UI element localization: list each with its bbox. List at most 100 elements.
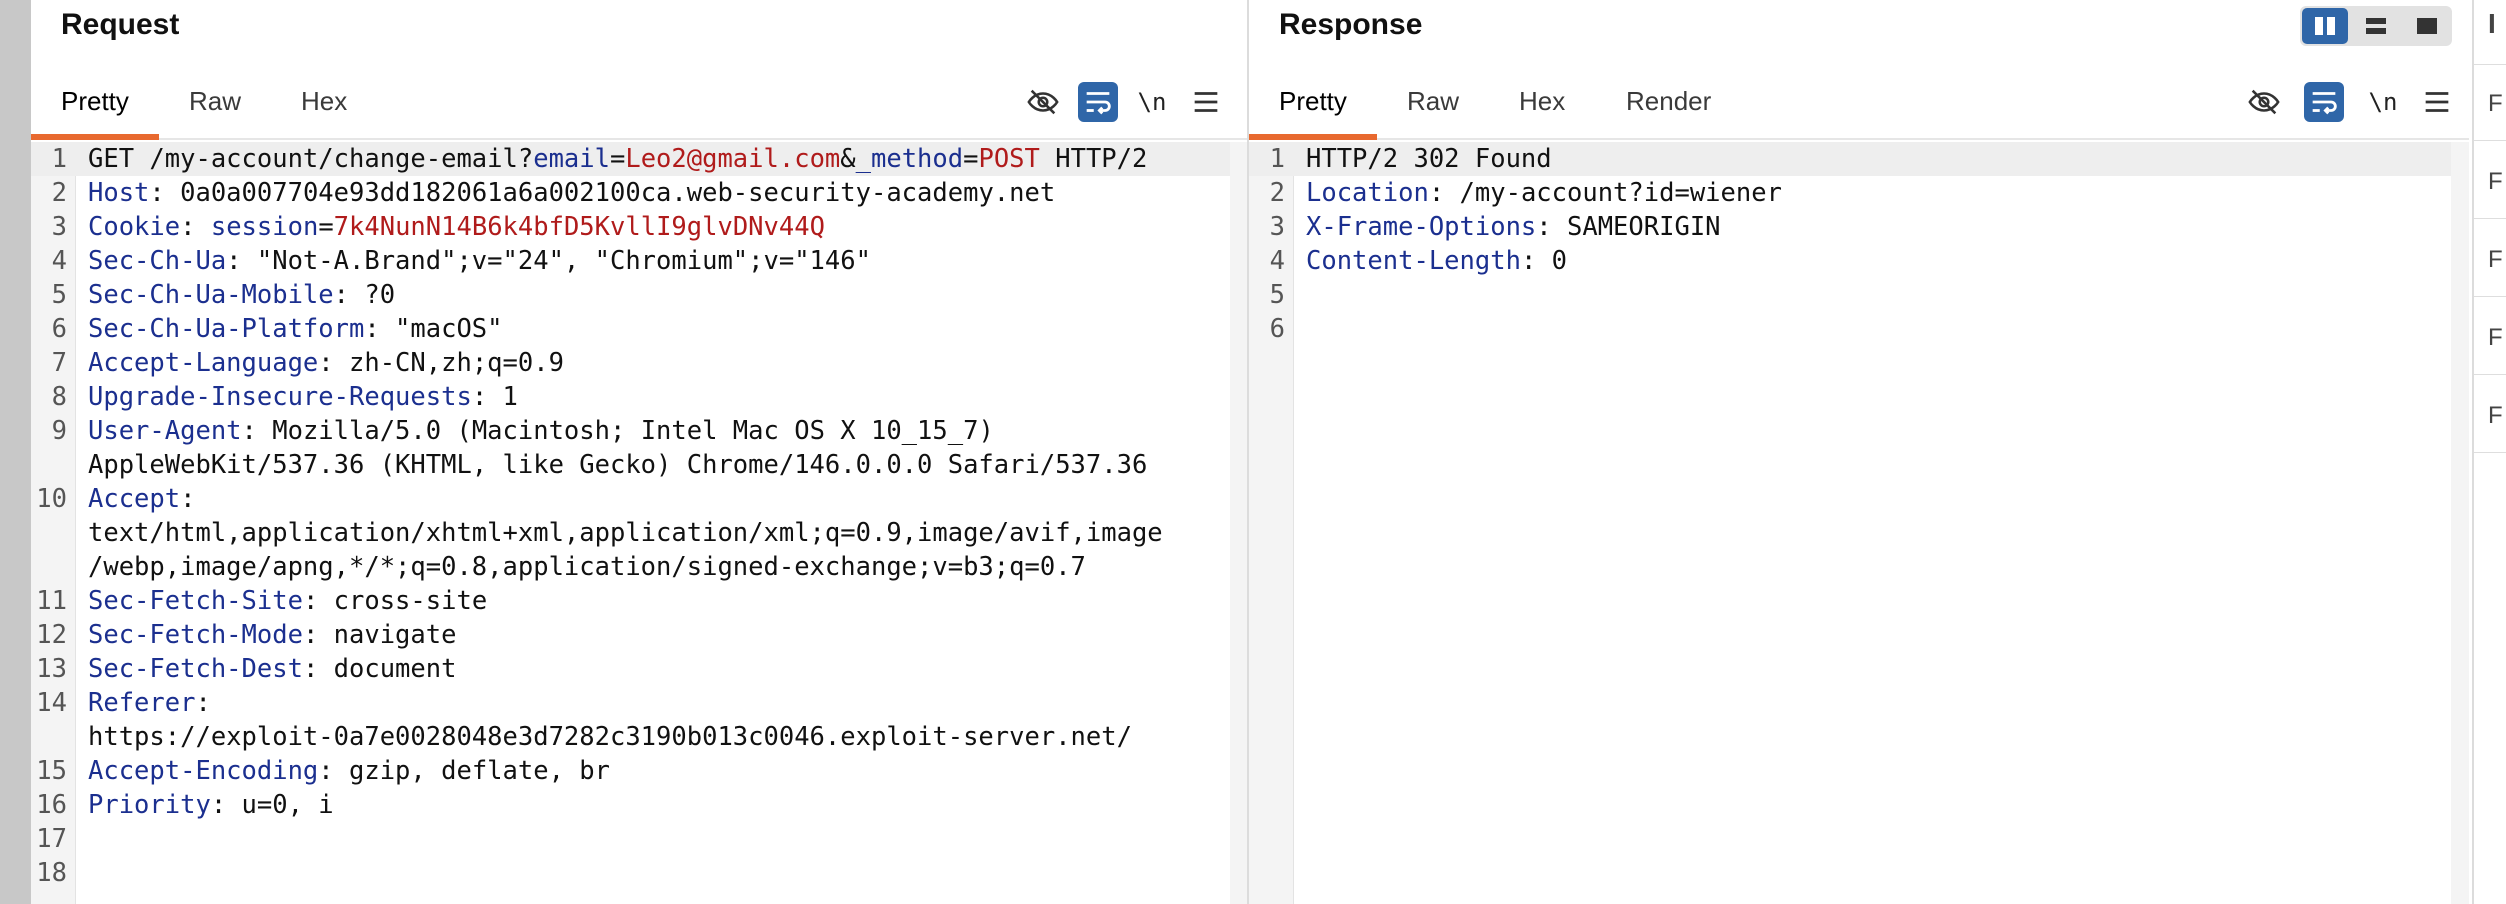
code-line[interactable]: 9 User-Agent: Mozilla/5.0 (Macintosh; Int… (31, 414, 1248, 448)
code-line[interactable]: 4 Sec-Ch-Ua: "Not-A.Brand";v="24", "Chrom… (31, 244, 1248, 278)
line-segment: : (195, 688, 211, 718)
response-tab-render[interactable]: Render (1626, 78, 1711, 136)
menu-icon[interactable] (1186, 82, 1226, 122)
line-text: Sec-Ch-Ua: "Not-A.Brand";v="24", "Chromi… (88, 244, 871, 278)
line-text: Upgrade-Insecure-Requests: 1 (88, 380, 518, 414)
line-text: Host: 0a0a007704e93dd182061a6a002100ca.w… (88, 176, 1055, 210)
request-tab-raw[interactable]: Raw (189, 78, 241, 136)
line-text: GET /my-account/change-email?email=Leo2@… (88, 142, 1147, 176)
code-line[interactable]: 4 Content-Length: 0 (1249, 244, 2469, 278)
code-line[interactable]: 10 Accept: (31, 482, 1248, 516)
request-tab-pretty[interactable]: Pretty (31, 78, 159, 140)
inspector-item[interactable]: F (2488, 402, 2503, 430)
header-name: Accept-Language (88, 348, 319, 378)
inspector-edge: I F F F F F (2472, 0, 2506, 904)
code-line[interactable]: 11 Sec-Fetch-Site: cross-site (31, 584, 1248, 618)
request-editor[interactable]: 1 GET /my-account/change-email?email=Leo2… (31, 142, 1248, 904)
param-name: _method (855, 144, 964, 174)
code-line[interactable]: 8 Upgrade-Insecure-Requests: 1 (31, 380, 1248, 414)
request-code[interactable]: 1 GET /my-account/change-email?email=Leo2… (31, 142, 1248, 890)
code-line[interactable]: 13 Sec-Fetch-Dest: document (31, 652, 1248, 686)
code-line[interactable]: 3 Cookie: session=7k4NunN14B6k4bfD5KvllI9… (31, 210, 1248, 244)
code-line[interactable]: 18 (31, 856, 1248, 890)
inspector-item[interactable]: F (2488, 168, 2503, 196)
line-segment: : gzip, deflate, br (318, 756, 610, 786)
response-tab-raw[interactable]: Raw (1407, 78, 1459, 136)
line-text: Sec-Fetch-Mode: navigate (88, 618, 456, 652)
code-line[interactable]: 6 (1249, 312, 2469, 346)
newline-icon[interactable]: \n (1132, 82, 1172, 122)
code-line[interactable]: 14 Referer: (31, 686, 1248, 720)
response-tab-pretty[interactable]: Pretty (1249, 78, 1377, 140)
response-editor[interactable]: 1 HTTP/2 302 Found 2 Location: /my-account?… (1249, 142, 2469, 904)
code-line-wrap[interactable]: https://exploit-0a7e0028048e3d7282c3190b… (31, 720, 1248, 754)
line-segment: : zh-CN,zh;q=0.9 (318, 348, 564, 378)
code-line[interactable]: 6 Sec-Ch-Ua-Platform: "macOS" (31, 312, 1248, 346)
request-panel: Request Pretty Raw Hex \n 1 GET /my-accou… (31, 0, 1248, 904)
split-horizontal-icon[interactable] (2353, 8, 2399, 44)
code-line[interactable]: 1 HTTP/2 302 Found (1249, 142, 2469, 176)
inspector-item[interactable]: F (2488, 246, 2503, 274)
header-name: Accept (88, 484, 181, 514)
header-name: Cookie (88, 212, 181, 242)
header-name: Accept-Encoding (88, 756, 319, 786)
code-line[interactable]: 2 Host: 0a0a007704e93dd182061a6a002100ca.… (31, 176, 1248, 210)
code-line[interactable]: 1 GET /my-account/change-email?email=Leo2… (31, 142, 1248, 176)
response-scrollbar[interactable] (2451, 142, 2469, 904)
line-segment: text/html,application/xhtml+xml,applicat… (88, 518, 1163, 548)
line-segment: HTTP/2 302 Found (1306, 144, 1552, 174)
line-text: Sec-Fetch-Site: cross-site (88, 584, 487, 618)
line-segment: : u=0, i (210, 790, 334, 820)
divider (2474, 140, 2506, 141)
line-text: Sec-Ch-Ua-Mobile: ?0 (88, 278, 395, 312)
wrap-lines-icon[interactable] (2304, 82, 2344, 122)
code-line[interactable]: 5 Sec-Ch-Ua-Mobile: ?0 (31, 278, 1248, 312)
line-number: 4 (51, 246, 67, 276)
request-tab-hex[interactable]: Hex (301, 78, 347, 136)
inspector-item[interactable]: F (2488, 324, 2503, 352)
line-number: 8 (51, 382, 67, 412)
code-line-wrap[interactable]: /webp,image/apng,*/*;q=0.8,application/s… (31, 550, 1248, 584)
code-line-wrap[interactable]: text/html,application/xhtml+xml,applicat… (31, 516, 1248, 550)
divider (2474, 64, 2506, 65)
wrap-lines-icon[interactable] (1078, 82, 1118, 122)
code-line[interactable]: 17 (31, 822, 1248, 856)
code-line[interactable]: 5 (1249, 278, 2469, 312)
line-number: 13 (36, 654, 67, 684)
line-segment: AppleWebKit/537.36 (KHTML, like Gecko) C… (88, 450, 1148, 480)
hide-icon[interactable] (1023, 82, 1063, 122)
code-line-wrap[interactable]: AppleWebKit/537.36 (KHTML, like Gecko) C… (31, 448, 1248, 482)
line-number: 18 (36, 858, 67, 888)
inspector-item[interactable]: F (2488, 90, 2503, 118)
layout-toggle-group (2300, 6, 2452, 46)
code-line[interactable]: 3 X-Frame-Options: SAMEORIGIN (1249, 210, 2469, 244)
code-line[interactable]: 15 Accept-Encoding: gzip, deflate, br (31, 754, 1248, 788)
header-name: Location (1306, 178, 1429, 208)
header-name: Priority (88, 790, 211, 820)
single-pane-icon[interactable] (2404, 8, 2450, 44)
line-segment: = (609, 144, 626, 174)
line-segment: : 0a0a007704e93dd182061a6a002100ca.web-s… (149, 178, 1056, 208)
divider (2474, 218, 2506, 219)
newline-icon[interactable]: \n (2363, 82, 2403, 122)
response-code[interactable]: 1 HTTP/2 302 Found 2 Location: /my-account?… (1249, 142, 2469, 346)
header-name: Host (88, 178, 150, 208)
request-scrollbar[interactable] (1230, 142, 1248, 904)
header-name: User-Agent (88, 416, 242, 446)
code-line[interactable]: 12 Sec-Fetch-Mode: navigate (31, 618, 1248, 652)
line-segment: : "macOS" (364, 314, 503, 344)
line-segment: /webp,image/apng,*/*;q=0.8,application/s… (88, 552, 1086, 582)
menu-icon[interactable] (2417, 82, 2457, 122)
line-text: /webp,image/apng,*/*;q=0.8,application/s… (88, 550, 1086, 584)
split-vertical-icon[interactable] (2302, 8, 2348, 44)
line-number: 10 (36, 484, 67, 514)
code-line[interactable]: 7 Accept-Language: zh-CN,zh;q=0.9 (31, 346, 1248, 380)
code-line[interactable]: 16 Priority: u=0, i (31, 788, 1248, 822)
response-tab-hex[interactable]: Hex (1519, 78, 1565, 136)
param-value: 7k4NunN14B6k4bfD5KvllI9glvDNv44Q (333, 212, 825, 242)
line-text: Sec-Fetch-Dest: document (88, 652, 456, 686)
hide-icon[interactable] (2244, 82, 2284, 122)
code-line[interactable]: 2 Location: /my-account?id=wiener (1249, 176, 2469, 210)
header-name: Sec-Fetch-Dest (88, 654, 303, 684)
line-text: Sec-Ch-Ua-Platform: "macOS" (88, 312, 503, 346)
